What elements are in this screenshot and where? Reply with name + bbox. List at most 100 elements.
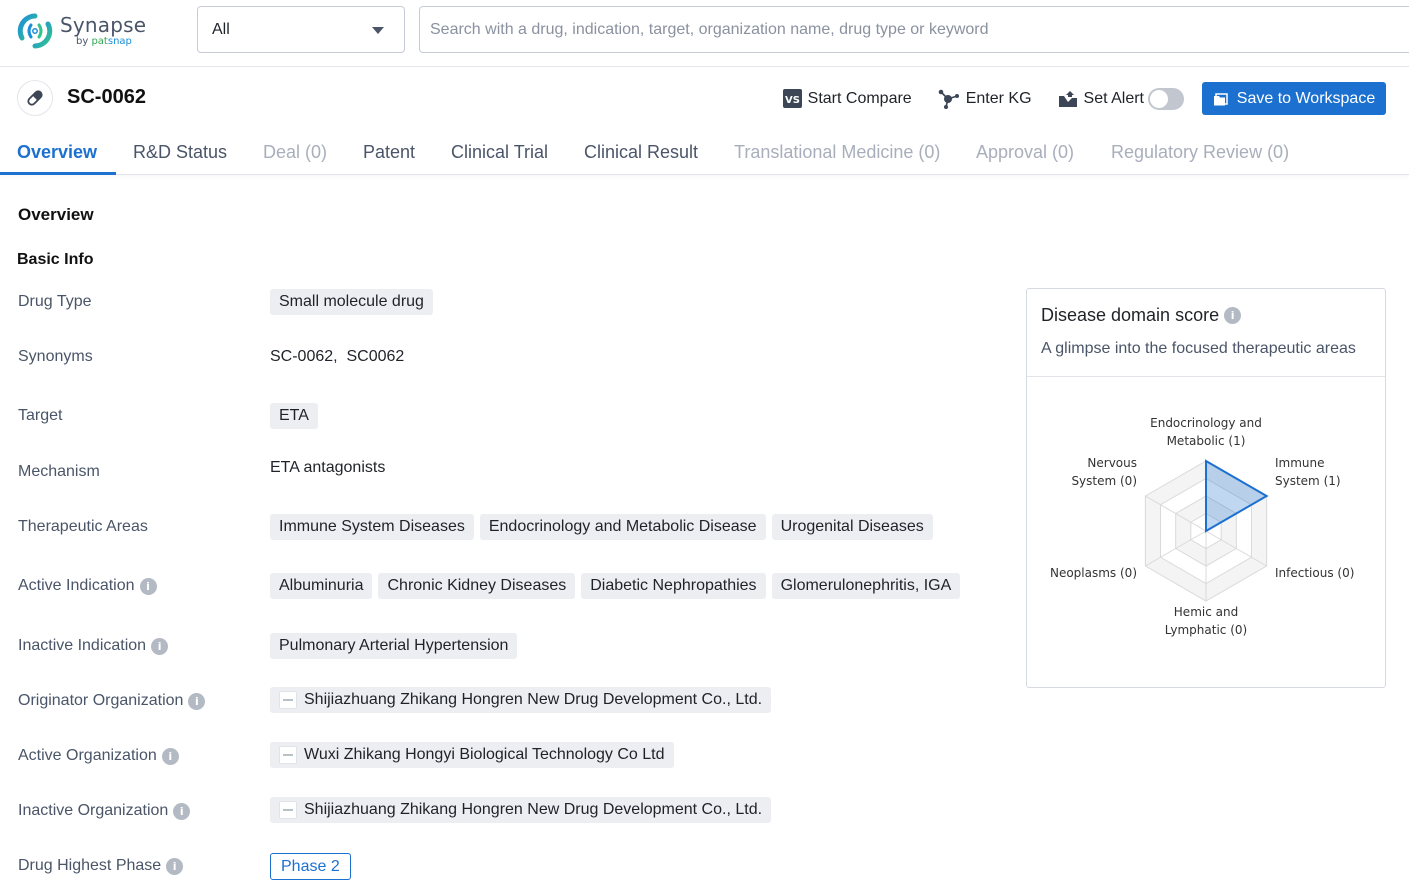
card-subtitle: A glimpse into the focused therapeutic a…	[1041, 340, 1356, 357]
synonyms-label: Synonyms	[18, 348, 93, 366]
therapeutic-area-tag[interactable]: Endocrinology and Metabolic Disease	[479, 514, 766, 540]
organization-tag[interactable]: Shijiazhuang Zhikang Hongren New Drug De…	[270, 797, 772, 823]
label-text: Target	[18, 407, 63, 424]
info-icon[interactable]: i	[1224, 307, 1242, 324]
synonyms-text: SC-0062, SC0062	[270, 348, 405, 365]
top-bar: Synapse by patsnap All	[0, 0, 1409, 67]
target-value: ETA	[270, 403, 324, 429]
inactive-indication-value: Pulmonary Arterial Hypertension	[270, 633, 523, 659]
info-icon[interactable]: i	[173, 802, 191, 820]
logo-pat: pat	[91, 36, 108, 47]
drug-type-tag[interactable]: Small molecule drug	[270, 289, 433, 315]
inactive-org-label: Inactive Organization i	[18, 802, 191, 820]
tab-rd-status[interactable]: R&D Status	[133, 142, 227, 163]
inactive-org-value: Shijiazhuang Zhikang Hongren New Drug De…	[270, 797, 777, 823]
tab-clinical-result[interactable]: Clinical Result	[584, 142, 698, 163]
label-text: Inactive Organization	[18, 802, 169, 819]
therapeutic-area-tag[interactable]: Immune System Diseases	[270, 514, 474, 540]
caret-down-icon	[372, 27, 384, 34]
tab-clinical-trial[interactable]: Clinical Trial	[451, 142, 548, 163]
tab-approval[interactable]: Approval (0)	[976, 142, 1074, 163]
tab-translational-medicine[interactable]: Translational Medicine (0)	[734, 142, 940, 163]
target-tag[interactable]: ETA	[270, 403, 318, 429]
save-to-workspace-label: Save to Workspace	[1236, 89, 1376, 107]
info-icon[interactable]: i	[166, 857, 184, 875]
synapse-logo[interactable]: Synapse by patsnap	[16, 12, 146, 50]
label-text: Drug Highest Phase	[18, 857, 162, 874]
tab-regulatory-review[interactable]: Regulatory Review (0)	[1111, 142, 1289, 163]
enter-kg-button[interactable]: Enter KG	[938, 89, 1032, 109]
set-alert-toggle[interactable]	[1148, 87, 1184, 110]
tab-patent[interactable]: Patent	[363, 142, 415, 163]
label-text: Active Indication	[18, 577, 135, 594]
set-alert-control[interactable]: Set Alert	[1058, 87, 1184, 110]
disease-radar-chart: Endocrinology and Metabolic (1) Immune Syst…	[1050, 416, 1354, 637]
folder-icon	[1213, 92, 1228, 105]
active-org-value: Wuxi Zhikang Hongyi Biological Technolog…	[270, 742, 680, 768]
info-icon[interactable]: i	[139, 577, 157, 595]
pill-icon	[17, 80, 53, 116]
knowledge-graph-icon	[938, 89, 959, 109]
active-org-label: Active Organization i	[18, 747, 179, 765]
indication-tag[interactable]: Pulmonary Arterial Hypertension	[270, 633, 518, 659]
info-icon[interactable]: i	[161, 747, 179, 765]
alert-icon	[1058, 90, 1077, 107]
label-text: Originator Organization	[18, 692, 184, 709]
highest-phase-value: Phase 2	[270, 853, 351, 880]
label-text: Mechanism	[18, 463, 100, 480]
start-compare-button[interactable]: VS Start Compare	[782, 89, 912, 108]
logo-snap: snap	[107, 36, 132, 47]
radar-axis-label: Lymphatic (0)	[1165, 623, 1247, 637]
card-title-text: Disease domain score	[1041, 305, 1220, 325]
section-title: Overview	[18, 205, 94, 224]
mechanism-value: ETA antagonists	[270, 459, 385, 477]
tab-deal[interactable]: Deal (0)	[263, 142, 327, 163]
tab-overview[interactable]: Overview	[17, 142, 97, 163]
radar-axis-label: Endocrinology and	[1150, 416, 1262, 430]
active-indication-label: Active Indication i	[18, 577, 157, 595]
synonyms-value: SC-0062, SC0062	[270, 348, 404, 366]
set-alert-label: Set Alert	[1083, 89, 1144, 107]
therapeutic-area-tag[interactable]: Urogenital Diseases	[771, 514, 933, 540]
organization-tag[interactable]: Wuxi Zhikang Hongyi Biological Technolog…	[270, 742, 674, 768]
highest-phase-label: Drug Highest Phase i	[18, 857, 184, 875]
inactive-indication-label: Inactive Indication i	[18, 637, 169, 655]
radar-axis-label: Immune	[1275, 456, 1325, 470]
organization-name: Shijiazhuang Zhikang Hongren New Drug De…	[304, 691, 763, 708]
organization-logo-icon	[279, 801, 297, 819]
active-indication-value: Albuminuria Chronic Kidney Diseases Diab…	[270, 573, 966, 599]
radar-axis-label: System (1)	[1275, 474, 1341, 488]
enter-kg-label: Enter KG	[965, 89, 1032, 107]
radar-axis-label: Infectious (0)	[1275, 566, 1354, 580]
drug-type-label: Drug Type	[18, 293, 92, 311]
indication-tag[interactable]: Glomerulonephritis, IGA	[771, 573, 961, 599]
label-text: Therapeutic Areas	[18, 518, 148, 535]
mechanism-label: Mechanism	[18, 463, 100, 481]
indication-tag[interactable]: Chronic Kidney Diseases	[378, 573, 576, 599]
target-label: Target	[18, 407, 62, 425]
drug-type-value: Small molecule drug	[270, 289, 439, 315]
search-scope-select[interactable]: All	[197, 6, 405, 53]
search-scope-value: All	[212, 20, 230, 38]
info-icon[interactable]: i	[151, 637, 169, 655]
label-text: Inactive Indication	[18, 637, 147, 654]
indication-tag[interactable]: Diabetic Nephropathies	[581, 573, 766, 599]
radar-axis-label: Neoplasms (0)	[1050, 566, 1137, 580]
phase-badge[interactable]: Phase 2	[270, 853, 351, 880]
search-input[interactable]	[419, 6, 1409, 53]
toggle-knob	[1150, 89, 1168, 108]
label-text: Synonyms	[18, 348, 93, 365]
therapeutic-areas-label: Therapeutic Areas	[18, 518, 148, 536]
radar-axis-label: Hemic and	[1174, 605, 1238, 619]
save-to-workspace-button[interactable]: Save to Workspace	[1202, 82, 1386, 115]
logo-byline: by patsnap	[76, 37, 146, 47]
originator-org-value: Shijiazhuang Zhikang Hongren New Drug De…	[270, 687, 777, 713]
compare-icon: VS	[782, 89, 802, 108]
radar-axis-label: System (0)	[1071, 474, 1137, 488]
organization-name: Wuxi Zhikang Hongyi Biological Technolog…	[304, 746, 665, 763]
info-icon[interactable]: i	[188, 692, 206, 710]
drug-actions: VS Start Compare Enter KG Set Alert Save…	[782, 82, 1386, 115]
organization-logo-icon	[279, 691, 297, 709]
organization-tag[interactable]: Shijiazhuang Zhikang Hongren New Drug De…	[270, 687, 772, 713]
indication-tag[interactable]: Albuminuria	[270, 573, 373, 599]
